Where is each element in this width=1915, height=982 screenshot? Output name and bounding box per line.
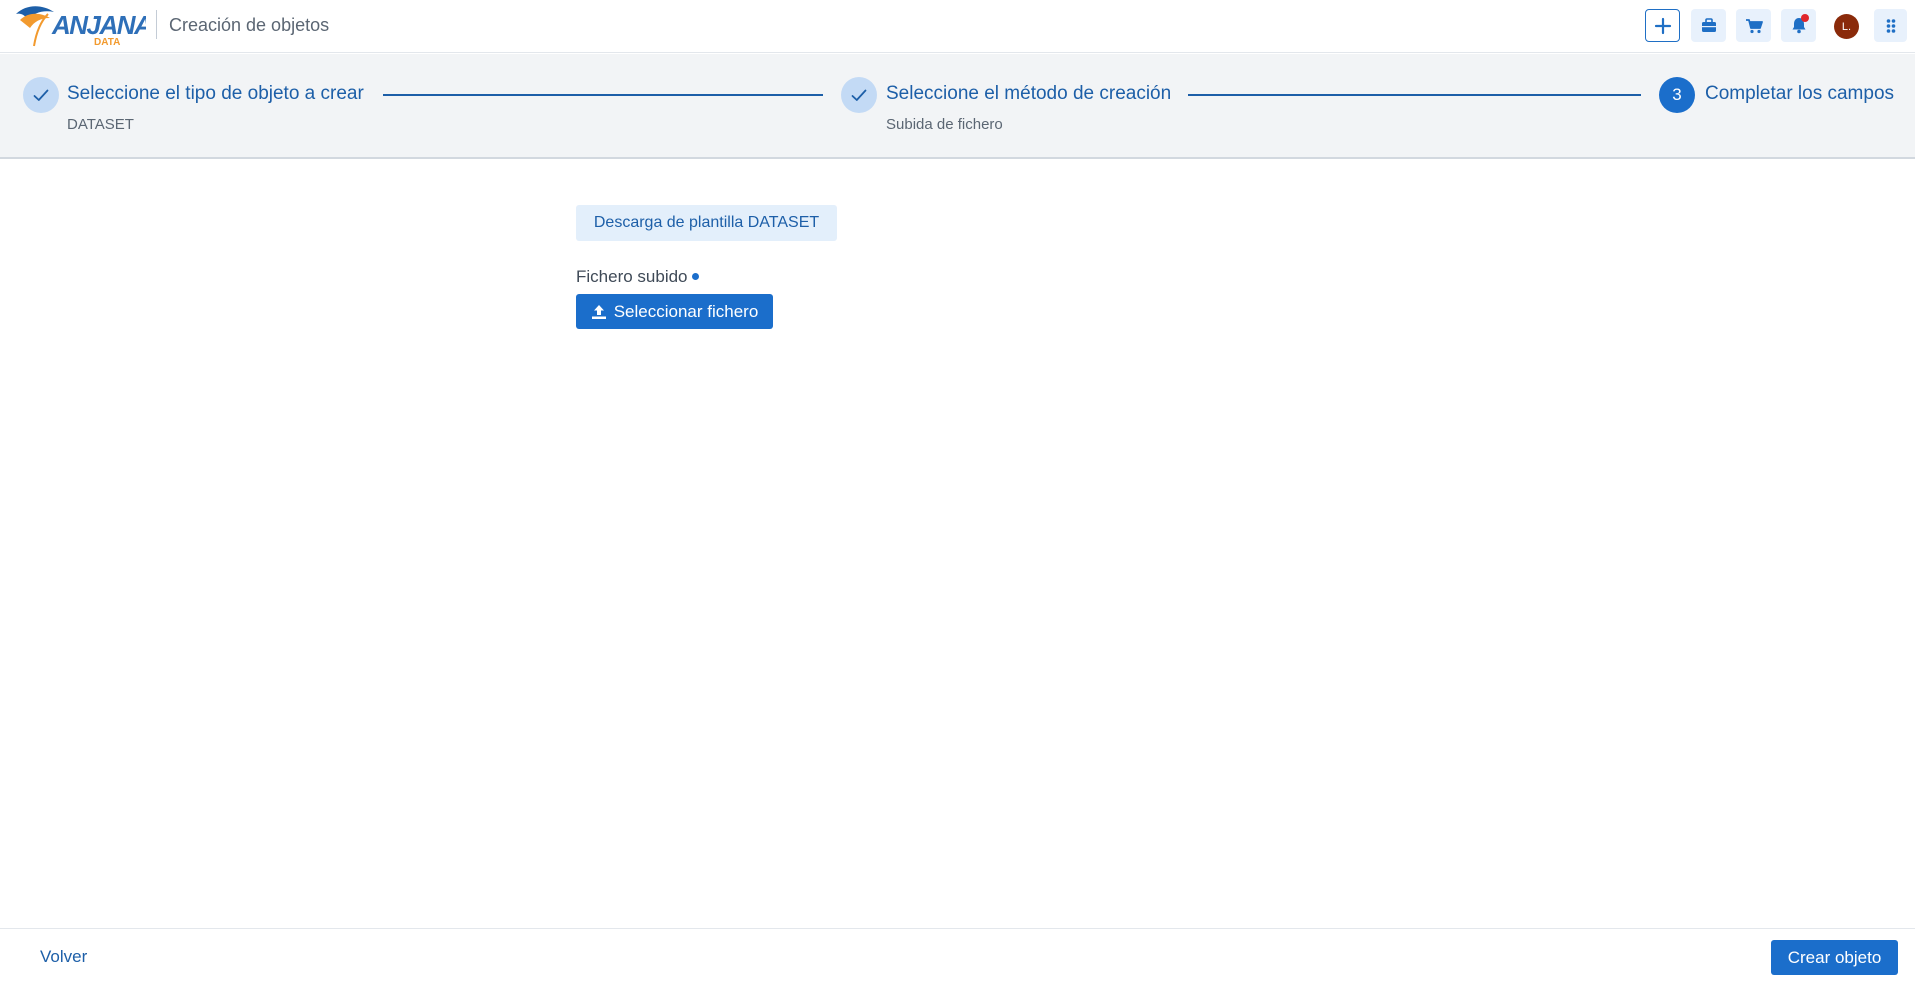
required-indicator bbox=[692, 273, 699, 280]
notifications-button[interactable] bbox=[1781, 9, 1816, 42]
creation-stepper: Seleccione el tipo de objeto a crear DAT… bbox=[0, 54, 1915, 159]
back-button[interactable]: Volver bbox=[40, 947, 87, 967]
cart-icon bbox=[1745, 18, 1763, 33]
create-new-button[interactable] bbox=[1645, 9, 1680, 42]
select-file-label: Seleccionar fichero bbox=[613, 301, 759, 321]
step-1-check bbox=[23, 77, 59, 113]
upload-icon bbox=[591, 304, 606, 319]
plus-icon bbox=[1654, 17, 1671, 34]
svg-text:ANJANA: ANJANA bbox=[51, 10, 146, 40]
step-1-subtitle: DATASET bbox=[67, 116, 134, 133]
step-connector-2 bbox=[1188, 94, 1641, 96]
briefcase-icon bbox=[1701, 18, 1716, 32]
page-title: Creación de objetos bbox=[169, 15, 330, 35]
step-2-title: Seleccione el método de creación bbox=[886, 83, 1172, 104]
create-object-button[interactable]: Crear objeto bbox=[1771, 940, 1898, 975]
check-icon bbox=[33, 89, 49, 101]
anjana-data-logo[interactable]: ANJANA DATA bbox=[14, 2, 153, 48]
step-2-check bbox=[841, 77, 877, 113]
select-file-button[interactable]: Seleccionar fichero bbox=[576, 294, 773, 329]
svg-text:DATA: DATA bbox=[94, 37, 120, 48]
cart-button[interactable] bbox=[1736, 9, 1771, 42]
step-2-subtitle: Subida de fichero bbox=[886, 116, 1003, 133]
step-connector-1 bbox=[383, 94, 823, 96]
step-1-title: Seleccione el tipo de objeto a crear bbox=[67, 83, 364, 104]
footer-bar: Volver Crear objeto bbox=[0, 928, 1915, 982]
download-template-button[interactable]: Descarga de plantilla DATASET bbox=[576, 205, 837, 241]
step-3-number: 3 bbox=[1659, 77, 1695, 113]
check-icon bbox=[851, 89, 867, 101]
notification-badge bbox=[1801, 14, 1809, 22]
apps-grid-icon bbox=[1886, 18, 1895, 33]
step-3-title: Completar los campos bbox=[1705, 83, 1895, 104]
avatar[interactable]: L. bbox=[1834, 14, 1859, 39]
briefcase-button[interactable] bbox=[1691, 9, 1726, 42]
top-header: ANJANA DATA Creación de objetos L. bbox=[0, 0, 1915, 53]
apps-menu-button[interactable] bbox=[1874, 9, 1907, 42]
uploaded-file-label: Fichero subido bbox=[576, 267, 688, 286]
header-divider bbox=[156, 10, 157, 39]
